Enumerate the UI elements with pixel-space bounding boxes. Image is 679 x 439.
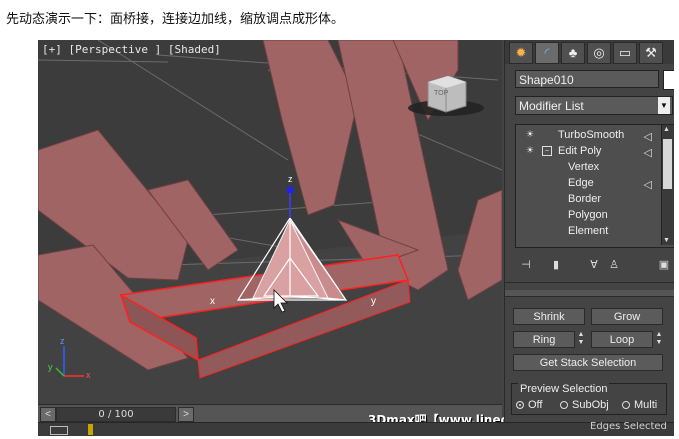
stack-scrollbar[interactable]: ▲ ▼ (661, 125, 674, 245)
radio-label: Off (528, 399, 543, 411)
hierarchy-icon: ♣ (568, 45, 578, 60)
stack-sub-label: Polygon (568, 209, 608, 221)
edges-selected-status: Edges Selected (590, 421, 667, 432)
modifier-list-label: Modifier List (519, 99, 584, 113)
next-frame-button[interactable]: > (178, 407, 194, 422)
stack-item-label: Edit Poly (558, 145, 602, 157)
stack-sub-vertex[interactable]: Vertex (516, 159, 658, 175)
remove-modifier-icon[interactable]: ♙ (607, 258, 621, 272)
viewcube-label: TOP (434, 90, 449, 97)
make-unique-icon[interactable]: ∀ (587, 258, 601, 272)
radio-dot (516, 401, 524, 409)
create-icon: ✹ (515, 45, 527, 60)
lightbulb-icon[interactable]: ☀ (526, 130, 534, 139)
get-stack-selection-button[interactable]: Get Stack Selection (513, 354, 663, 371)
stack-sub-border[interactable]: Border (516, 191, 658, 207)
modify-icon: ◜ (544, 45, 550, 60)
viewport-scene (38, 40, 502, 404)
grow-button[interactable]: Grow (591, 308, 663, 325)
utilities-icon: ⚒ (645, 45, 657, 60)
radio-dot (560, 401, 568, 409)
keyframe-marker (88, 424, 93, 435)
scroll-down-icon[interactable]: ▼ (663, 237, 670, 244)
configure-sets-icon[interactable]: ▣ (657, 258, 671, 272)
stack-item-turbosmooth[interactable]: ☀ TurboSmooth ◁ (516, 127, 658, 143)
stack-toolbar: ⊣ ▮ ∀ ♙ ▣ (515, 256, 674, 276)
create-tab[interactable]: ✹ (509, 42, 533, 64)
motion-tab[interactable]: ◎ (587, 42, 611, 64)
pin-stack-icon[interactable]: ⊣ (519, 258, 533, 272)
utilities-tab[interactable]: ⚒ (639, 42, 663, 64)
panel-divider (505, 282, 674, 283)
max-window: [+] [Perspective ] [Shaded] z x y z y x … (38, 40, 674, 436)
gizmo-label-x: x (210, 296, 215, 307)
modifier-stack: ☀ TurboSmooth ◁ ☀ − Edit Poly ◁ Vertex E… (515, 124, 674, 248)
show-end-result-icon[interactable]: ▮ (549, 258, 563, 272)
preview-multi-radio[interactable]: Multi (622, 398, 657, 412)
stack-sub-label: Edge (568, 177, 594, 189)
axis-label-y: y (48, 362, 53, 372)
stack-item-editpoly[interactable]: ☀ − Edit Poly ◁ (516, 143, 658, 159)
stack-item-label: TurboSmooth (558, 129, 625, 141)
loop-spinner[interactable]: ▲ ▼ (655, 331, 663, 348)
caption-text: 先动态演示一下：面桥接，连接边加线，缩放调点成形体。 (6, 12, 345, 27)
lightbulb-icon[interactable]: ☀ (526, 146, 534, 155)
preview-subobj-radio[interactable]: SubObj (560, 398, 609, 412)
scroll-up-icon[interactable]: ▲ (663, 126, 670, 133)
command-panel: ✹ ◜ ♣ ◎ ▭ ⚒ Shape010 Modifier List ▼ ☀ T… (504, 40, 674, 422)
radio-dot (622, 401, 630, 409)
command-panel-tabs: ✹ ◜ ♣ ◎ ▭ ⚒ (505, 40, 674, 64)
display-icon: ▭ (618, 45, 632, 60)
time-slider-track[interactable]: 0 / 100 (56, 407, 176, 422)
chevron-down-icon: ▼ (658, 97, 670, 114)
stack-sub-polygon[interactable]: Polygon (516, 207, 658, 223)
axis-label-x: x (86, 370, 91, 380)
stack-sub-edge[interactable]: Edge ◁ (516, 175, 658, 191)
axis-label-z: z (60, 336, 65, 346)
modifier-list-dropdown[interactable]: Modifier List ▼ (515, 96, 673, 115)
perspective-viewport[interactable]: [+] [Perspective ] [Shaded] z x y z y x … (38, 40, 502, 404)
radio-label: SubObj (572, 399, 609, 411)
modify-tab[interactable]: ◜ (535, 42, 559, 64)
loop-button[interactable]: Loop (591, 331, 653, 348)
scroll-thumb[interactable] (663, 139, 672, 189)
preview-selection-group: Preview Selection Off SubObj Multi (511, 383, 667, 415)
radio-label: Multi (634, 399, 658, 411)
stack-sub-label: Vertex (568, 161, 600, 173)
stack-sub-label: Border (568, 193, 602, 205)
status-icon[interactable] (50, 426, 68, 435)
ring-spinner[interactable]: ▲ ▼ (577, 331, 585, 348)
prev-frame-button[interactable]: < (40, 407, 56, 422)
stack-sub-element[interactable]: Element (516, 223, 658, 239)
hierarchy-tab[interactable]: ♣ (561, 42, 585, 64)
motion-icon: ◎ (593, 45, 605, 60)
preview-selection-title: Preview Selection (518, 383, 610, 395)
rollout-band (505, 290, 674, 297)
ring-button[interactable]: Ring (513, 331, 575, 348)
display-tab[interactable]: ▭ (613, 42, 637, 64)
object-color-swatch[interactable] (663, 70, 674, 90)
viewport-label[interactable]: [+] [Perspective ] [Shaded] (42, 43, 221, 56)
object-name-field[interactable]: Shape010 (515, 70, 659, 88)
status-bar (38, 422, 674, 436)
stack-sub-label: Element (568, 225, 609, 237)
gizmo-label-z: z (288, 174, 293, 184)
gizmo-label-y: y (371, 296, 376, 307)
preview-off-radio[interactable]: Off (516, 398, 542, 412)
shrink-button[interactable]: Shrink (513, 308, 585, 325)
collapse-icon[interactable]: − (542, 146, 552, 156)
